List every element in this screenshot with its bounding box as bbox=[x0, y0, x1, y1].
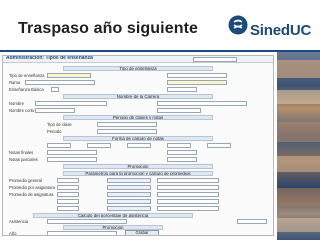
form-field[interactable] bbox=[57, 178, 79, 183]
row-label: Promedio general bbox=[9, 178, 43, 183]
form-header-bar: Administración: Tipos de enseñanza bbox=[3, 56, 273, 63]
form-field[interactable] bbox=[35, 101, 107, 106]
form-field[interactable] bbox=[167, 150, 197, 155]
form-field[interactable] bbox=[47, 73, 91, 78]
form-field[interactable] bbox=[167, 143, 191, 148]
form-field[interactable] bbox=[237, 219, 267, 224]
form-field[interactable] bbox=[107, 199, 151, 204]
form-row: Rama bbox=[7, 80, 269, 85]
form-field[interactable] bbox=[157, 108, 201, 113]
form-field[interactable] bbox=[157, 178, 219, 183]
section-heading: Nombre de la Carrera bbox=[63, 94, 213, 99]
form-field[interactable] bbox=[47, 150, 97, 155]
form-checkbox[interactable] bbox=[51, 87, 59, 92]
admin-form-screenshot: Administración: Tipos de enseñanza Tipo … bbox=[2, 55, 274, 236]
form-row bbox=[7, 199, 269, 204]
row-label: Notas parciales bbox=[9, 157, 38, 162]
logo-mark-icon bbox=[228, 15, 248, 35]
form-row: Tipo de enseñanza bbox=[7, 73, 269, 78]
form-row: Promedio por asignatura bbox=[7, 185, 269, 190]
form-row: Promedio general bbox=[7, 178, 269, 183]
form-field[interactable] bbox=[157, 192, 219, 197]
form-field[interactable] bbox=[167, 73, 227, 78]
form-field[interactable] bbox=[127, 143, 151, 148]
form-field[interactable] bbox=[207, 143, 231, 148]
section-heading: Forma de cálculo de notas bbox=[63, 136, 213, 141]
form-row bbox=[7, 143, 269, 148]
row-label: Año bbox=[9, 231, 17, 236]
form-row: Tipo de clase bbox=[7, 122, 269, 127]
row-label: Asistencia bbox=[9, 219, 29, 224]
form-field[interactable] bbox=[25, 80, 95, 85]
row-label: Enseñanza Básica bbox=[9, 87, 44, 92]
form-row: Nombre bbox=[7, 101, 269, 106]
form-field[interactable] bbox=[47, 157, 97, 162]
form-row: Año Grabar bbox=[7, 230, 269, 236]
slide-title: Traspaso año siguiente bbox=[18, 20, 199, 37]
row-label: Tipo de enseñanza bbox=[9, 73, 45, 78]
form-field[interactable] bbox=[57, 199, 79, 204]
form-field[interactable] bbox=[35, 108, 75, 113]
form-row: Nombre corto bbox=[7, 108, 269, 113]
section-heading: Tipo de enseñanza bbox=[63, 66, 213, 71]
form-row: Periodo bbox=[7, 129, 269, 134]
form-field[interactable] bbox=[107, 178, 151, 183]
row-label: Promedio por asignatura bbox=[9, 185, 55, 190]
section-heading: Cálculo del porcentaje de asistencia bbox=[33, 213, 193, 218]
form-field[interactable] bbox=[57, 185, 79, 190]
logo: SinedUC bbox=[228, 14, 320, 46]
row-label: Nombre bbox=[9, 101, 24, 106]
form-header-label: Administración: Tipos de enseñanza bbox=[6, 55, 93, 61]
form-row: Asistencia bbox=[7, 219, 269, 224]
row-label: Nombre corto bbox=[9, 108, 35, 113]
form-field[interactable] bbox=[57, 192, 79, 197]
form-header-select[interactable] bbox=[193, 57, 237, 62]
header-divider bbox=[0, 50, 320, 52]
section-heading: Periodo de clases y notas bbox=[63, 115, 213, 120]
section-heading: Promoción bbox=[63, 164, 213, 169]
form-row bbox=[7, 206, 269, 211]
form-field[interactable] bbox=[167, 157, 197, 162]
form-field[interactable] bbox=[97, 122, 157, 127]
form-field[interactable] bbox=[157, 199, 219, 204]
section-heading: Parámetros para la promoción y cálculo d… bbox=[63, 171, 213, 176]
form-field[interactable] bbox=[87, 143, 111, 148]
photo-strip bbox=[277, 52, 320, 240]
row-label: Tipo de clase bbox=[47, 122, 72, 127]
save-button[interactable]: Grabar bbox=[125, 230, 159, 235]
row-label: Promedio de asignatura bbox=[9, 192, 54, 197]
form-field[interactable] bbox=[47, 219, 127, 224]
row-label: Periodo bbox=[47, 129, 62, 134]
form-field[interactable] bbox=[107, 192, 151, 197]
form-row: Enseñanza Básica bbox=[7, 87, 269, 92]
form-row: Notas finales bbox=[7, 150, 269, 155]
form-row: Notas parciales bbox=[7, 157, 269, 162]
form-field[interactable] bbox=[97, 129, 157, 134]
form-row: Promedio de asignatura bbox=[7, 192, 269, 197]
row-label: Rama bbox=[9, 80, 21, 85]
form-field[interactable] bbox=[47, 231, 117, 235]
logo-text: SinedUC bbox=[250, 22, 312, 39]
form-field[interactable] bbox=[157, 101, 247, 106]
row-label: Notas finales bbox=[9, 150, 34, 155]
form-field[interactable] bbox=[167, 80, 227, 85]
form-field[interactable] bbox=[47, 143, 71, 148]
form-field[interactable] bbox=[167, 87, 197, 92]
form-field[interactable] bbox=[157, 206, 219, 211]
form-field[interactable] bbox=[107, 206, 151, 211]
form-field[interactable] bbox=[157, 185, 219, 190]
form-field[interactable] bbox=[57, 206, 79, 211]
form-field[interactable] bbox=[107, 185, 151, 190]
